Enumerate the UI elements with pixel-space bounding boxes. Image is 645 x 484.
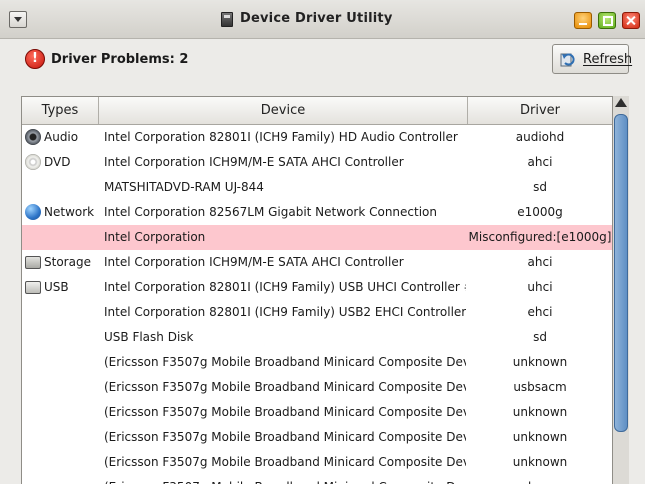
device-cell: (Ericsson F3507g Mobile Broadband Minica… <box>104 405 466 419</box>
type-cell <box>22 350 99 375</box>
table-row[interactable]: (Ericsson F3507g Mobile Broadband Minica… <box>22 400 612 425</box>
device-cell: Intel Corporation 82801I (ICH9 Family) H… <box>104 130 458 144</box>
type-label: Audio <box>44 130 79 144</box>
table-body: Audio Intel Corporation 82801I (ICH9 Fami… <box>22 125 612 484</box>
column-header-types[interactable]: Types <box>22 97 99 124</box>
device-cell: Intel Corporation 82567LM Gigabit Networ… <box>104 205 437 219</box>
device-cell: Intel Corporation ICH9M/M-E SATA AHCI Co… <box>104 155 404 169</box>
type-label: Storage <box>44 255 91 269</box>
vertical-scrollbar[interactable] <box>613 96 629 484</box>
type-cell <box>22 400 99 425</box>
device-driver-utility-window: Device Driver Utility Driver Problems: 2… <box>0 0 645 484</box>
type-cell: Network <box>22 200 99 225</box>
driver-cell: audiohd <box>515 130 565 144</box>
device-cell: USB Flash Disk <box>104 330 194 344</box>
table-row[interactable]: Network Intel Corporation 82567LM Gigabit… <box>22 200 612 225</box>
driver-cell: unknown <box>512 405 568 419</box>
device-cell: (Ericsson F3507g Mobile Broadband Minica… <box>104 475 466 484</box>
title-bar[interactable]: Device Driver Utility <box>0 0 645 39</box>
type-cell <box>22 425 99 450</box>
column-header-driver[interactable]: Driver <box>468 97 612 124</box>
driver-problems-label: Driver Problems: 2 <box>51 52 189 67</box>
driver-cell: ahci <box>527 155 553 169</box>
driver-cell: uhci <box>527 280 553 294</box>
type-cell <box>22 375 99 400</box>
table-row[interactable]: USB Intel Corporation 82801I (ICH9 Family… <box>22 275 612 300</box>
device-cell: (Ericsson F3507g Mobile Broadband Minica… <box>104 355 466 369</box>
driver-cell: sd <box>533 180 547 194</box>
table-row[interactable]: (Ericsson F3507g Mobile Broadband Minica… <box>22 450 612 475</box>
table-row[interactable]: (Ericsson F3507g Mobile Broadband Minica… <box>22 375 612 400</box>
type-cell <box>22 450 99 475</box>
driver-cell: unknown <box>512 430 568 444</box>
minimize-button[interactable] <box>574 12 592 29</box>
table-header: Types Device Driver <box>22 97 612 125</box>
close-button[interactable] <box>622 12 640 29</box>
driver-cell: unknown <box>512 355 568 369</box>
type-cell <box>22 225 99 250</box>
device-cell: (Ericsson F3507g Mobile Broadband Minica… <box>104 455 466 469</box>
refresh-icon <box>560 53 575 67</box>
device-cell: MATSHITADVD-RAM UJ-844 <box>104 180 264 194</box>
window-title: Device Driver Utility <box>240 11 393 26</box>
error-icon <box>25 49 45 69</box>
table-row[interactable]: Storage Intel Corporation ICH9M/M-E SATA … <box>22 250 612 275</box>
storage-icon <box>25 256 41 269</box>
type-cell: Audio <box>22 125 99 150</box>
refresh-button-label: Refresh <box>583 52 633 67</box>
driver-cell-misconfigured: Misconfigured:[e1000g] <box>468 230 612 244</box>
table-row[interactable]: (Ericsson F3507g Mobile Broadband Minica… <box>22 475 612 484</box>
maximize-button[interactable] <box>598 12 616 29</box>
device-cell: Intel Corporation <box>104 230 206 244</box>
driver-cell: ahci <box>527 255 553 269</box>
network-icon <box>25 204 41 220</box>
device-cell: Intel Corporation 82801I (ICH9 Family) U… <box>104 305 466 319</box>
table-row[interactable]: DVD Intel Corporation ICH9M/M-E SATA AHCI… <box>22 150 612 175</box>
device-cell: (Ericsson F3507g Mobile Broadband Minica… <box>104 380 466 394</box>
driver-table: Types Device Driver Audio Intel Corporati… <box>21 96 613 484</box>
device-cell: (Ericsson F3507g Mobile Broadband Minica… <box>104 430 466 444</box>
device-cell: Intel Corporation 82801I (ICH9 Family) U… <box>104 280 466 294</box>
table-row[interactable]: Intel Corporation Misconfigured:[e1000g] <box>22 225 612 250</box>
type-cell <box>22 175 99 200</box>
driver-cell: sd <box>533 330 547 344</box>
table-row[interactable]: (Ericsson F3507g Mobile Broadband Minica… <box>22 425 612 450</box>
type-cell: USB <box>22 275 99 300</box>
driver-cell: e1000g <box>517 205 563 219</box>
driver-cell: usbsacm <box>513 380 567 394</box>
scroll-up-arrow-icon[interactable] <box>615 98 627 107</box>
type-label: DVD <box>44 155 71 169</box>
type-cell: Storage <box>22 250 99 275</box>
app-icon <box>221 12 233 27</box>
driver-cell: unknown <box>512 455 568 469</box>
table-row[interactable]: Audio Intel Corporation 82801I (ICH9 Fami… <box>22 125 612 150</box>
refresh-button[interactable]: Refresh <box>552 44 633 74</box>
table-row[interactable]: MATSHITADVD-RAM UJ-844 sd <box>22 175 612 200</box>
type-label: Network <box>44 205 95 219</box>
scroll-thumb[interactable] <box>614 114 628 432</box>
device-cell: Intel Corporation ICH9M/M-E SATA AHCI Co… <box>104 255 404 269</box>
window-menu-button[interactable] <box>9 11 27 28</box>
driver-cell: ehci <box>527 305 553 319</box>
table-row[interactable]: (Ericsson F3507g Mobile Broadband Minica… <box>22 350 612 375</box>
type-cell <box>22 475 99 484</box>
type-label: USB <box>44 280 69 294</box>
table-row[interactable]: USB Flash Disk sd <box>22 325 612 350</box>
table-row[interactable]: Intel Corporation 82801I (ICH9 Family) U… <box>22 300 612 325</box>
audio-icon <box>25 129 41 145</box>
column-header-device[interactable]: Device <box>99 97 468 124</box>
dvd-icon <box>25 154 41 170</box>
usb-icon <box>25 281 41 294</box>
driver-cell: unknown <box>468 475 612 484</box>
type-cell: DVD <box>22 150 99 175</box>
type-cell <box>22 325 99 350</box>
type-cell <box>22 300 99 325</box>
